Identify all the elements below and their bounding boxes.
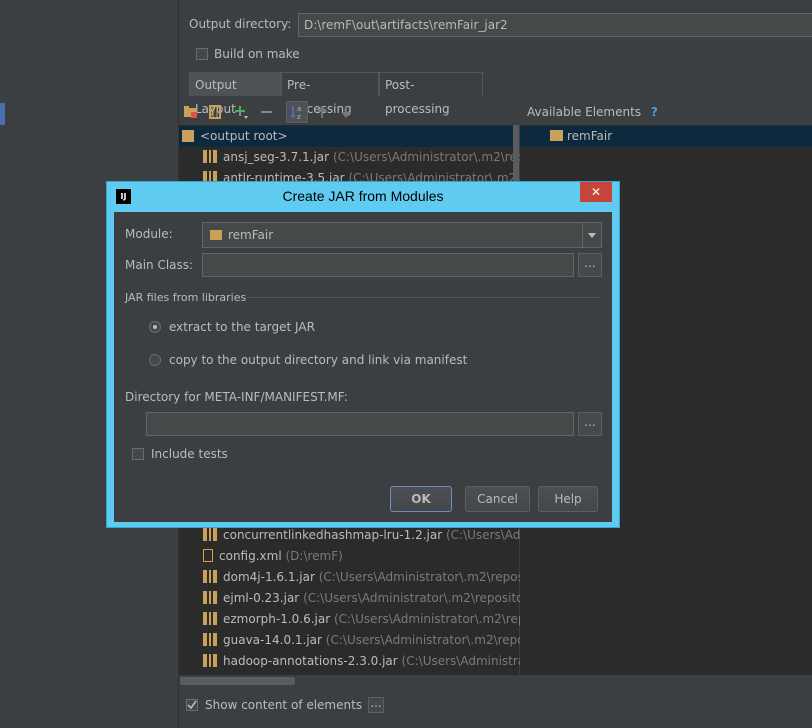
tree-item-name: concurrentlinkedhashmap-lru-1.2.jar bbox=[223, 528, 443, 542]
manifest-dir-browse-button[interactable]: ... bbox=[578, 412, 602, 436]
ok-button[interactable]: OK bbox=[390, 486, 452, 512]
show-content-checkbox[interactable] bbox=[186, 699, 198, 711]
module-select[interactable]: remFair bbox=[202, 222, 602, 248]
tree-root-row[interactable]: <output root> bbox=[179, 126, 519, 147]
module-select-value: remFair bbox=[228, 228, 274, 242]
tree-item-path: (C:\Users\Administrator\.m2\repo bbox=[332, 150, 532, 164]
tab-pre-processing[interactable]: Pre-processing bbox=[281, 72, 379, 116]
tree-item[interactable]: hadoop-annotations-2.3.0.jar (C:\Users\A… bbox=[203, 651, 543, 672]
tab-output-layout[interactable]: Output Layout bbox=[189, 72, 281, 116]
tree-item-name: ejml-0.23.jar bbox=[223, 591, 300, 605]
section-divider bbox=[247, 297, 600, 298]
output-directory-label: Output directory: bbox=[189, 17, 292, 31]
tree-item-path: (C:\Users\Adr bbox=[446, 528, 526, 542]
build-on-make-label: Build on make bbox=[214, 47, 300, 61]
copy-radio[interactable] bbox=[149, 354, 161, 366]
xml-file-icon bbox=[203, 549, 213, 562]
svg-text:z: z bbox=[297, 113, 301, 121]
module-label: Module: bbox=[125, 227, 173, 241]
output-root-icon bbox=[182, 130, 194, 142]
chevron-down-icon[interactable] bbox=[582, 223, 601, 247]
extract-radio-label: extract to the target JAR bbox=[169, 320, 315, 334]
tree-item-name: hadoop-annotations-2.3.0.jar bbox=[223, 654, 398, 668]
tree-item-path: (C:\Users\Administrator\.m2\repos bbox=[318, 570, 524, 584]
jar-icon bbox=[203, 654, 217, 667]
tree-item-path: (D:\remF) bbox=[285, 549, 343, 563]
available-element-item[interactable]: remFair bbox=[520, 126, 812, 147]
tree-item-name: ansj_seg-3.7.1.jar bbox=[223, 150, 330, 164]
create-jar-dialog: IJ Create JAR from Modules ✕ Module: rem… bbox=[106, 181, 620, 528]
tree-item[interactable]: ejml-0.23.jar (C:\Users\Administrator\.m… bbox=[203, 588, 543, 609]
cancel-button[interactable]: Cancel bbox=[465, 486, 530, 512]
main-class-field[interactable] bbox=[202, 253, 574, 277]
tree-item[interactable]: ezmorph-1.0.6.jar (C:\Users\Administrato… bbox=[203, 609, 543, 630]
remove-icon[interactable] bbox=[259, 104, 275, 120]
jar-icon bbox=[203, 150, 217, 163]
tree-item-path: (C:\Users\Administrator\.m2\repo bbox=[325, 633, 525, 647]
jar-icon bbox=[203, 528, 217, 541]
dialog-body: Module: remFair Main Class: ... JAR file… bbox=[114, 212, 612, 522]
main-class-browse-button[interactable]: ... bbox=[578, 253, 602, 277]
tree-item[interactable]: config.xml (D:\remF) bbox=[203, 546, 543, 567]
jar-files-section-label: JAR files from libraries bbox=[125, 291, 247, 304]
tree-item-path: (C:\Users\Administra bbox=[401, 654, 526, 668]
jar-icon bbox=[203, 612, 217, 625]
dialog-close-button[interactable]: ✕ bbox=[580, 182, 612, 202]
tree-item[interactable]: guava-14.0.1.jar (C:\Users\Administrator… bbox=[203, 630, 543, 651]
jar-icon bbox=[203, 633, 217, 646]
tree-root-label: <output root> bbox=[200, 129, 288, 143]
tree-item-path: (C:\Users\Administrator\.m2\repo bbox=[334, 612, 533, 626]
include-tests-checkbox[interactable] bbox=[132, 448, 144, 460]
jar-icon bbox=[203, 570, 217, 583]
show-content-label: Show content of elements bbox=[205, 698, 363, 712]
move-up-icon[interactable] bbox=[315, 104, 331, 120]
tree-item[interactable]: dom4j-1.6.1.jar (C:\Users\Administrator\… bbox=[203, 567, 543, 588]
main-class-label: Main Class: bbox=[125, 258, 194, 272]
copy-radio-label: copy to the output directory and link vi… bbox=[169, 353, 468, 367]
tree-item[interactable]: ansj_seg-3.7.1.jar (C:\Users\Administrat… bbox=[203, 147, 543, 168]
help-button[interactable]: Help bbox=[538, 486, 598, 512]
build-on-make-checkbox[interactable] bbox=[196, 48, 208, 60]
available-elements-text: Available Elements bbox=[527, 105, 642, 119]
module-folder-icon bbox=[210, 230, 222, 240]
tree-item-name: config.xml bbox=[219, 549, 282, 563]
available-elements-label: Available Elements ? bbox=[527, 105, 658, 119]
available-element-label: remFair bbox=[567, 129, 613, 143]
add-icon[interactable] bbox=[233, 104, 249, 120]
tree-item-name: dom4j-1.6.1.jar bbox=[223, 570, 315, 584]
tree-item-path: (C:\Users\Administrator\.m2\reposito bbox=[303, 591, 524, 605]
extract-radio[interactable] bbox=[149, 321, 161, 333]
dialog-title: Create JAR from Modules bbox=[282, 188, 444, 204]
jar-icon bbox=[203, 591, 217, 604]
tab-post-processing[interactable]: Post-processing bbox=[379, 72, 483, 116]
create-directory-icon[interactable] bbox=[183, 104, 199, 120]
dialog-title-bar[interactable]: IJ Create JAR from Modules ✕ bbox=[107, 182, 619, 212]
create-archive-icon[interactable] bbox=[207, 104, 223, 120]
tree-item[interactable]: concurrentlinkedhashmap-lru-1.2.jar (C:\… bbox=[203, 525, 543, 546]
show-content-options-button[interactable]: ... bbox=[368, 697, 384, 713]
tree-item-name: guava-14.0.1.jar bbox=[223, 633, 322, 647]
manifest-dir-label: Directory for META-INF/MANIFEST.MF: bbox=[125, 390, 348, 404]
module-folder-icon bbox=[550, 130, 563, 141]
include-tests-label: Include tests bbox=[151, 447, 228, 461]
tree-item-name: ezmorph-1.0.6.jar bbox=[223, 612, 331, 626]
output-directory-field[interactable]: D:\remF\out\artifacts\remFair_jar2 bbox=[298, 13, 812, 37]
help-icon[interactable]: ? bbox=[651, 105, 658, 119]
manifest-dir-field[interactable] bbox=[146, 412, 574, 436]
left-selection-marker bbox=[0, 103, 5, 125]
sort-icon[interactable]: az bbox=[286, 101, 308, 123]
tree-horizontal-scrollbar[interactable] bbox=[180, 677, 295, 685]
tree-vertical-scrollbar[interactable] bbox=[513, 125, 519, 185]
move-down-icon[interactable] bbox=[339, 104, 355, 120]
svg-text:a: a bbox=[297, 105, 301, 113]
